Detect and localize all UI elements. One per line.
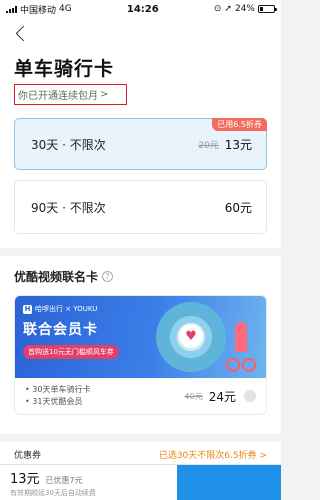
select-radio[interactable] xyxy=(244,390,256,402)
youku-joint-card[interactable]: H 哈啰出行 × YOUKU 联合会员卡 首购送10元无门槛顺风车券 ♥ • 3… xyxy=(14,295,267,415)
signal-icon xyxy=(6,5,17,13)
battery-icon xyxy=(257,5,277,13)
auto-renew-label: 你已开通连续包月 xyxy=(18,91,98,102)
lock-rotation-icon: ⊙ xyxy=(213,4,222,14)
renew-note: 有效期顺延30天后自动续费 xyxy=(10,488,96,497)
auto-renew-link[interactable]: 你已开通连续包月 > xyxy=(14,84,127,105)
promo-price: 24元 xyxy=(208,389,236,404)
status-bar: 中国移动 4G 14:26 ⊙ ➚ 24% xyxy=(0,0,281,18)
discount-badge: 已用6.5折券 xyxy=(212,118,267,131)
banner-brand: H 哈啰出行 × YOUKU xyxy=(23,304,258,314)
banner-promo-pill: 首购送10元无门槛顺风车券 xyxy=(23,345,119,359)
help-icon[interactable]: ? xyxy=(102,271,114,282)
plan-price: 60元 xyxy=(224,200,252,215)
nav-bar xyxy=(14,18,267,48)
benefit-list: • 30天单车骑行卡 • 31天优酷会员 xyxy=(25,384,185,408)
bottom-bar: 13元 已优惠7元 有效期顺延30天后自动续费 xyxy=(0,464,281,500)
top-section: 单车骑行卡 你已开通连续包月 > 已用6.5折券 30天 · 不限次 20元 1… xyxy=(0,18,281,248)
hello-logo-icon: H xyxy=(23,304,32,314)
pay-button[interactable] xyxy=(177,464,281,500)
total-discount: 已优惠7元 xyxy=(45,475,83,485)
back-arrow-icon[interactable] xyxy=(15,25,32,41)
cyclist-illustration xyxy=(226,318,256,374)
total-price: 13元 xyxy=(10,471,40,487)
plan-original-price: 20元 xyxy=(198,140,219,151)
order-summary: 13元 已优惠7元 有效期顺延30天后自动续费 xyxy=(10,468,177,498)
promo-original-price: 40元 xyxy=(184,391,203,401)
film-reel-illustration: ♥ xyxy=(156,302,226,372)
coupon-label: 优惠券 xyxy=(14,450,42,461)
carrier-label: 中国移动 xyxy=(20,5,57,16)
plan-option-90-days[interactable]: 90天 · 不限次 60元 xyxy=(14,180,267,234)
plan-price: 13元 xyxy=(224,137,252,152)
plan-name: 30天 · 不限次 xyxy=(31,137,106,152)
heart-icon: ♥ xyxy=(179,324,203,348)
coupon-row[interactable]: 优惠券 已选30天不限次6.5折券 > xyxy=(0,442,281,466)
section-title-label: 优酷视频联名卡 xyxy=(14,270,99,284)
network-label: 4G xyxy=(59,4,72,14)
chevron-right-icon: > xyxy=(100,89,109,100)
benefit-item: • 30天单车骑行卡 xyxy=(25,385,91,394)
status-time: 14:26 xyxy=(126,3,159,15)
promo-banner: H 哈啰出行 × YOUKU 联合会员卡 首购送10元无门槛顺风车券 ♥ xyxy=(15,296,266,378)
plan-option-30-days[interactable]: 已用6.5折券 30天 · 不限次 20元 13元 xyxy=(14,118,267,170)
page-title: 单车骑行卡 xyxy=(14,58,115,80)
benefit-item: • 31天优酷会员 xyxy=(25,397,83,406)
location-icon: ➚ xyxy=(224,4,232,14)
battery-label: 24% xyxy=(234,4,255,14)
section-title: 优酷视频联名卡 ? xyxy=(14,268,267,285)
coupon-selected: 已选30天不限次6.5折券 > xyxy=(158,450,267,461)
total-line: 13元 已优惠7元 xyxy=(10,468,177,487)
promo-info: • 30天单车骑行卡 • 31天优酷会员 40元 24元 xyxy=(15,378,266,414)
video-card-section: 优酷视频联名卡 ? H 哈啰出行 × YOUKU 联合会员卡 首购送10元无门槛… xyxy=(0,256,281,434)
status-right: ⊙ ➚ 24% xyxy=(213,4,277,14)
brand-label: 哈啰出行 × YOUKU xyxy=(35,305,98,313)
plan-name: 90天 · 不限次 xyxy=(31,200,106,215)
status-left: 中国移动 4G xyxy=(6,3,72,16)
